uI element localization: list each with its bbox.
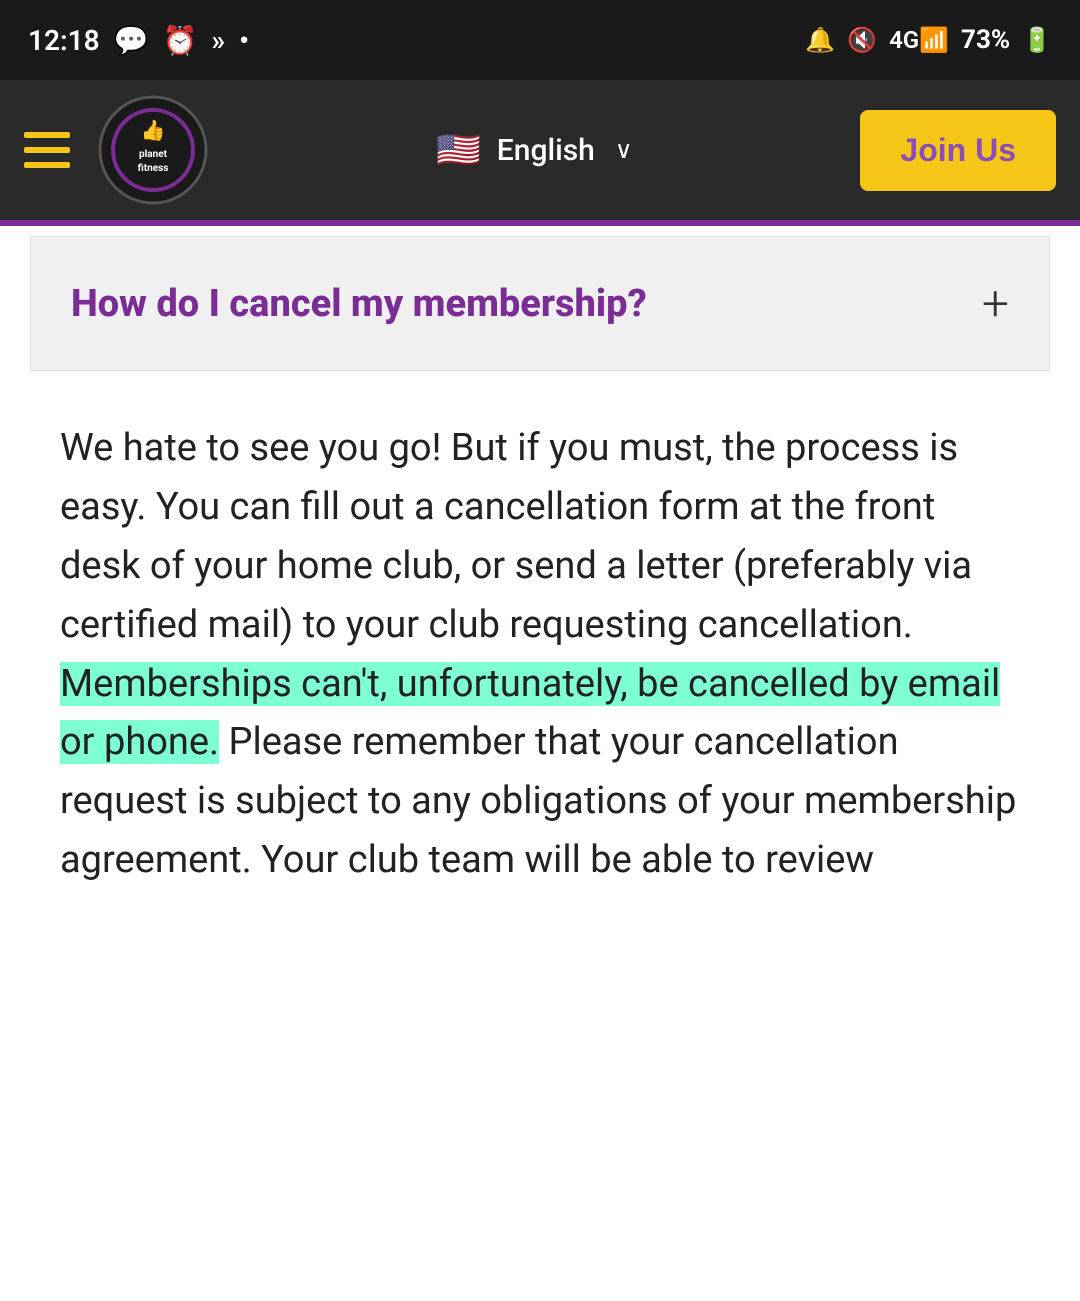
hamburger-line-3 <box>24 162 70 168</box>
answer-text-part1: We hate to see you go! But if you must, … <box>60 426 972 647</box>
faq-item[interactable]: How do I cancel my membership? + <box>30 236 1050 371</box>
chat-icon: 💬 <box>114 24 149 57</box>
dot-indicator: • <box>239 24 249 57</box>
answer-text: We hate to see you go! But if you must, … <box>60 419 1020 890</box>
svg-text:👍: 👍 <box>141 118 166 142</box>
status-left: 12:18 💬 ⏰ » • <box>28 24 249 57</box>
us-flag-icon: 🇺🇸 <box>436 129 481 171</box>
hamburger-line-1 <box>24 132 70 138</box>
planet-fitness-logo: 👍 planet fitness <box>98 95 208 205</box>
hamburger-menu[interactable] <box>24 132 70 168</box>
battery-icon: 🔋 <box>1022 26 1052 54</box>
battery-level: 73% <box>961 25 1010 55</box>
hamburger-line-2 <box>24 147 70 153</box>
language-label: English <box>497 133 595 168</box>
svg-text:fitness: fitness <box>138 163 169 174</box>
faq-container: How do I cancel my membership? + We hate… <box>0 236 1080 920</box>
status-right: 🔔 🔇 4G📶 73% 🔋 <box>805 25 1052 55</box>
mute-icon: 🔇 <box>847 26 877 54</box>
alarm-icon: ⏰ <box>163 24 198 57</box>
status-bar: 12:18 💬 ⏰ » • 🔔 🔇 4G📶 73% 🔋 <box>0 0 1080 80</box>
forward-icon: » <box>211 24 225 57</box>
status-time: 12:18 <box>28 24 100 57</box>
language-selector[interactable]: 🇺🇸 English ∨ <box>436 129 632 171</box>
signal-icon: 4G📶 <box>889 26 949 54</box>
nav-left: 👍 planet fitness <box>24 95 208 205</box>
bell-icon: 🔔 <box>805 26 835 54</box>
chevron-down-icon: ∨ <box>615 136 633 164</box>
faq-question: How do I cancel my membership? <box>71 282 982 326</box>
logo-container[interactable]: 👍 planet fitness <box>98 95 208 205</box>
faq-answer: We hate to see you go! But if you must, … <box>30 371 1050 920</box>
join-us-button[interactable]: Join Us <box>860 110 1056 191</box>
expand-icon: + <box>982 275 1009 332</box>
purple-accent-border <box>0 220 1080 226</box>
nav-bar: 👍 planet fitness 🇺🇸 English ∨ Join Us <box>0 80 1080 220</box>
svg-text:planet: planet <box>139 149 168 160</box>
